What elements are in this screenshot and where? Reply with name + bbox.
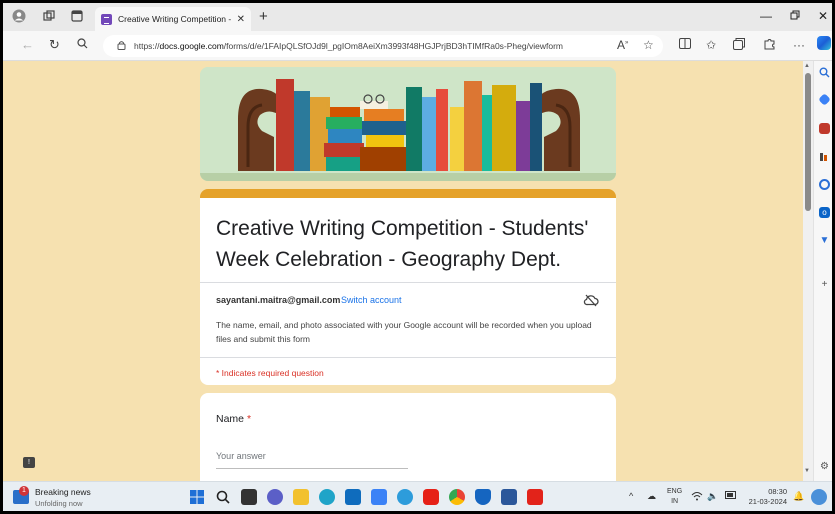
copilot-taskbar-icon[interactable] bbox=[811, 489, 827, 505]
page-scrollbar[interactable]: ▲ ▼ bbox=[803, 61, 813, 481]
tools-briefcase-icon[interactable] bbox=[819, 123, 830, 134]
profile-icon[interactable] bbox=[11, 8, 27, 24]
news-widget-icon[interactable]: 1 bbox=[13, 486, 29, 504]
start-button-icon[interactable] bbox=[189, 489, 205, 505]
favorite-star-icon[interactable]: ☆ bbox=[643, 38, 654, 52]
volume-icon[interactable]: 🔈 bbox=[707, 491, 718, 502]
paint-icon[interactable] bbox=[397, 489, 413, 505]
active-tab[interactable]: Creative Writing Competition - St ✕ bbox=[95, 7, 251, 31]
tab-title: Creative Writing Competition - St bbox=[118, 14, 233, 24]
wifi-icon[interactable] bbox=[691, 491, 703, 503]
news-badge: 1 bbox=[19, 486, 29, 496]
pdf-reader-icon[interactable] bbox=[527, 489, 543, 505]
form-title-card: Creative Writing Competition - Students'… bbox=[200, 189, 616, 385]
google-forms-icon bbox=[101, 13, 112, 25]
minimize-icon[interactable]: — bbox=[760, 9, 772, 23]
notification-bell-icon[interactable]: 🔔 bbox=[793, 491, 804, 502]
games-icon[interactable] bbox=[819, 151, 830, 162]
browser-window: Creative Writing Competition - St ✕ + — … bbox=[2, 2, 833, 512]
address-bar[interactable]: https://docs.google.com/forms/d/e/1FAIpQ… bbox=[103, 35, 663, 57]
account-row: sayantani.maitra@gmail.com Switch accoun… bbox=[200, 282, 616, 318]
switch-account-link[interactable]: Switch account bbox=[341, 295, 402, 305]
system-clock[interactable]: 08:30 21-03-2024 bbox=[741, 487, 787, 507]
search-icon[interactable] bbox=[77, 37, 88, 52]
sidebar-settings-icon[interactable]: ⚙ bbox=[819, 461, 830, 472]
account-email: sayantani.maitra@gmail.com bbox=[216, 295, 341, 305]
scroll-thumb[interactable] bbox=[805, 73, 811, 211]
new-tab-icon[interactable]: + bbox=[259, 8, 268, 25]
edge-browser-icon[interactable] bbox=[319, 489, 335, 505]
chrome-icon[interactable] bbox=[449, 489, 465, 505]
sidebar-search-icon[interactable] bbox=[819, 67, 830, 78]
security-shield-icon[interactable] bbox=[475, 489, 491, 505]
required-star: * bbox=[246, 413, 252, 425]
copilot-icon[interactable] bbox=[817, 36, 831, 50]
close-tab-icon[interactable]: ✕ bbox=[237, 14, 245, 25]
restore-icon[interactable] bbox=[790, 9, 800, 23]
teams-chat-icon[interactable] bbox=[267, 489, 283, 505]
site-info-icon[interactable] bbox=[117, 40, 126, 53]
scroll-down-icon[interactable]: ▼ bbox=[804, 468, 810, 474]
refresh-icon[interactable]: ↻ bbox=[49, 37, 60, 53]
back-icon[interactable]: ← bbox=[21, 37, 34, 52]
page-viewport: Creative Writing Competition - Students'… bbox=[3, 61, 803, 481]
tab-actions-icon[interactable] bbox=[69, 8, 85, 24]
language-indicator[interactable]: ENG IN bbox=[667, 487, 682, 507]
news-subtitle: Unfolding now bbox=[35, 499, 83, 508]
split-screen-icon[interactable] bbox=[679, 38, 691, 52]
taskbar-search-icon[interactable] bbox=[215, 489, 231, 505]
form-title: Creative Writing Competition - Students'… bbox=[216, 217, 589, 271]
collections-icon[interactable] bbox=[733, 38, 745, 53]
question-card-name: Name * Your answer bbox=[200, 393, 616, 481]
url-text: https://docs.google.com/forms/d/e/1FAIpQ… bbox=[134, 41, 563, 51]
more-menu-icon[interactable]: ··· bbox=[793, 38, 805, 52]
battery-icon[interactable] bbox=[725, 491, 737, 501]
read-aloud-icon[interactable]: A» bbox=[617, 38, 628, 52]
favorites-list-icon[interactable]: ✩ bbox=[706, 38, 716, 52]
privacy-notice: The name, email, and photo associated wi… bbox=[216, 320, 592, 344]
tab-bar: Creative Writing Competition - St ✕ + — … bbox=[3, 3, 832, 31]
add-sidebar-app-icon[interactable]: + bbox=[819, 279, 830, 290]
edge-sidebar: o ▼ + ⚙ bbox=[813, 61, 832, 481]
shopping-tag-icon[interactable] bbox=[818, 93, 831, 106]
show-hidden-icons-icon[interactable]: ^ bbox=[629, 491, 633, 501]
required-note-row: * Indicates required question bbox=[200, 357, 616, 385]
close-window-icon[interactable]: ✕ bbox=[818, 9, 828, 23]
feedback-icon[interactable]: ! bbox=[23, 457, 35, 468]
cloud-saved-icon[interactable] bbox=[583, 292, 599, 308]
extensions-icon[interactable] bbox=[763, 38, 776, 53]
news-title[interactable]: Breaking news bbox=[35, 487, 91, 497]
windows-taskbar: 1 Breaking news Unfolding now ^ ☁ ENG IN bbox=[3, 481, 832, 511]
store-icon[interactable] bbox=[345, 489, 361, 505]
navigation-bar: ← ↻ https://docs.google.com/forms/d/e/1F… bbox=[3, 31, 832, 61]
onedrive-cloud-icon[interactable]: ☁ bbox=[647, 491, 656, 502]
word-icon[interactable] bbox=[501, 489, 517, 505]
scroll-up-icon[interactable]: ▲ bbox=[804, 63, 810, 69]
question-label: Name * bbox=[216, 413, 252, 425]
file-explorer-icon[interactable] bbox=[293, 489, 309, 505]
required-note: * Indicates required question bbox=[216, 368, 324, 378]
name-answer-input[interactable]: Your answer bbox=[216, 451, 408, 469]
form-header-image bbox=[200, 67, 616, 181]
task-view-icon[interactable] bbox=[241, 489, 257, 505]
youtube-icon[interactable] bbox=[423, 489, 439, 505]
drop-icon[interactable]: ▼ bbox=[819, 235, 830, 246]
app-icon[interactable] bbox=[371, 489, 387, 505]
microsoft-365-icon[interactable] bbox=[819, 179, 830, 190]
outlook-icon[interactable]: o bbox=[819, 207, 830, 218]
workspaces-icon[interactable] bbox=[41, 8, 57, 24]
